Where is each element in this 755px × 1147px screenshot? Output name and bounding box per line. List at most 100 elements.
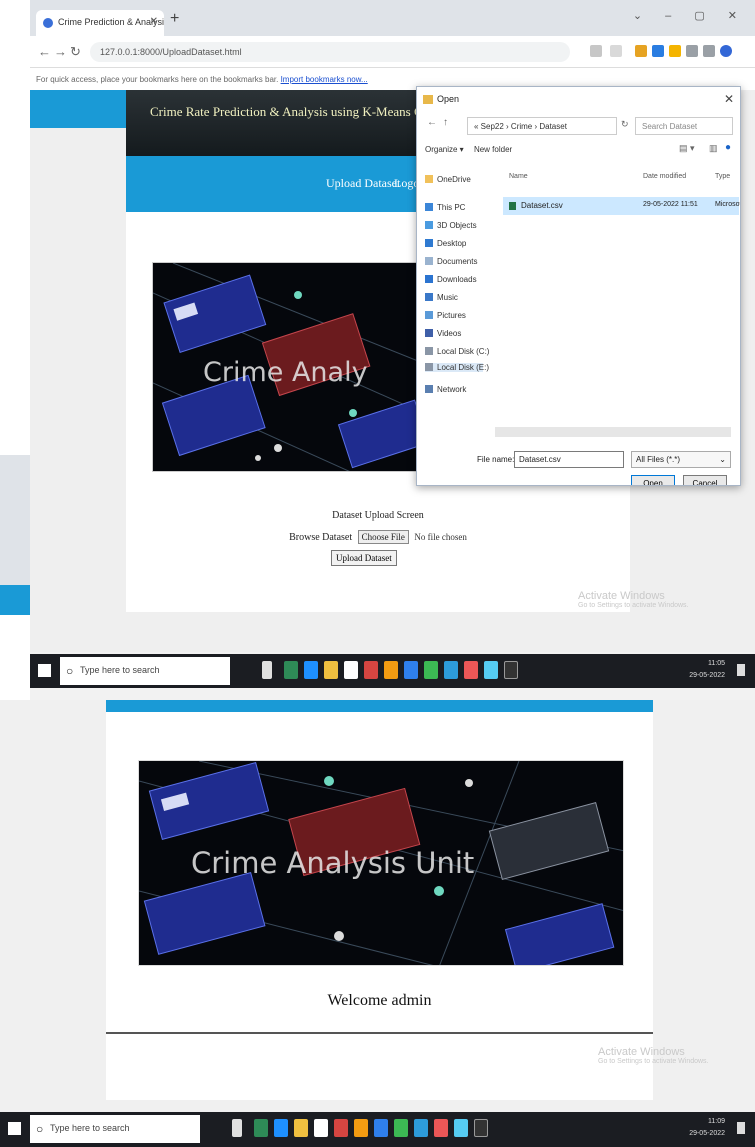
sidebar-item-pictures[interactable]: Pictures <box>425 311 466 320</box>
app-icon[interactable] <box>354 1119 368 1137</box>
app-icon[interactable] <box>334 1119 348 1137</box>
choose-file-button[interactable]: Choose File <box>357 530 409 544</box>
document-icon <box>425 257 433 265</box>
upload-dataset-button[interactable]: Upload Dataset <box>331 550 397 566</box>
app-icon[interactable] <box>364 661 378 679</box>
sidebar-item-3d-objects[interactable]: 3D Objects <box>425 221 477 230</box>
close-tab-icon[interactable]: ✕ <box>150 16 158 27</box>
store-icon[interactable] <box>314 1119 328 1137</box>
file-row[interactable]: Dataset.csv 29-05-2022 11:51 Microsoft <box>503 197 740 215</box>
sidebar-item-documents[interactable]: Documents <box>425 257 477 266</box>
app-icon[interactable] <box>284 661 298 679</box>
sidebar-item-downloads[interactable]: Downloads <box>425 275 477 284</box>
sidebar-icon[interactable] <box>703 45 715 57</box>
windows-start-icon[interactable] <box>8 1122 21 1135</box>
browse-row: Browse Dataset Choose File No file chose… <box>126 530 630 544</box>
file-explorer-icon[interactable] <box>294 1119 308 1137</box>
file-explorer-icon[interactable] <box>324 661 338 679</box>
sidebar-item-label: This PC <box>437 203 466 212</box>
file-name-input[interactable]: Dataset.csv <box>514 451 624 468</box>
task-view-icon[interactable] <box>262 661 272 679</box>
picture-icon <box>425 311 433 319</box>
app-icon[interactable] <box>444 661 458 679</box>
activate-windows-watermark: Activate Windows Go to Settings to activ… <box>578 590 689 609</box>
dialog-search-input[interactable]: Search Dataset <box>635 117 733 135</box>
edge-icon[interactable] <box>304 661 318 679</box>
back-icon[interactable]: ← <box>38 44 51 59</box>
taskbar-search-input[interactable]: ○ Type here to search <box>30 1115 200 1143</box>
terminal-icon[interactable] <box>474 1119 488 1137</box>
csv-file-icon <box>509 202 516 210</box>
new-folder-button[interactable]: New folder <box>474 145 512 154</box>
terminal-icon[interactable] <box>504 661 518 679</box>
chrome-icon[interactable] <box>424 661 438 679</box>
crime-analysis-banner: Crime Analysis Unit <box>138 760 624 966</box>
star-icon[interactable] <box>610 45 622 57</box>
sidebar-item-label: Documents <box>437 257 478 266</box>
extension-icon[interactable] <box>635 45 647 57</box>
sidebar-item-local-disk-c[interactable]: Local Disk (C:) <box>425 347 489 356</box>
app-icon[interactable] <box>484 661 498 679</box>
app-icon[interactable] <box>464 661 478 679</box>
sidebar-item-this-pc[interactable]: This PC <box>425 203 465 212</box>
sidebar-item-network[interactable]: Network <box>425 385 466 394</box>
windows-start-icon[interactable] <box>38 664 51 677</box>
task-view-icon[interactable] <box>232 1119 242 1137</box>
up-icon[interactable]: ↑ <box>443 117 448 128</box>
profile-icon[interactable] <box>720 45 732 57</box>
app-icon[interactable] <box>374 1119 388 1137</box>
extension-icon[interactable] <box>669 45 681 57</box>
app-icon[interactable] <box>434 1119 448 1137</box>
sidebar-item-onedrive[interactable]: OneDrive <box>425 175 471 184</box>
organize-menu[interactable]: Organize ▾ <box>425 145 464 154</box>
back-icon[interactable]: ← <box>427 117 437 128</box>
open-button[interactable]: Open <box>631 475 675 485</box>
nav-upload-dataset[interactable]: Upload Dataset <box>326 176 400 191</box>
extensions-menu-icon[interactable] <box>686 45 698 57</box>
clock-time: 11:05 <box>708 660 725 667</box>
windows-taskbar: ○ Type here to search 11:09 29-05-2022 <box>0 1112 755 1147</box>
column-type[interactable]: Type <box>715 173 730 180</box>
column-name[interactable]: Name <box>509 173 528 180</box>
url-field[interactable]: 127.0.0.1:8000/UploadDataset.html <box>90 42 570 62</box>
help-icon[interactable]: ● <box>725 142 731 153</box>
upload-screenshot: Crime Prediction & Analysis ✕ + ⌄ – ▢ ✕ … <box>30 0 755 700</box>
chevron-down-icon: ⌄ <box>719 455 726 464</box>
close-icon[interactable]: ✕ <box>724 92 734 106</box>
file-type-select[interactable]: All Files (*.*) ⌄ <box>631 451 731 468</box>
dialog-title: Open <box>437 94 460 104</box>
notification-icon[interactable] <box>737 664 745 676</box>
sidebar-item-local-disk-e[interactable]: Local Disk (E:) <box>425 363 489 372</box>
app-icon[interactable] <box>414 1119 428 1137</box>
forward-icon[interactable]: → <box>54 44 67 59</box>
notification-icon[interactable] <box>737 1122 745 1134</box>
extension-icon[interactable] <box>652 45 664 57</box>
cancel-button[interactable]: Cancel <box>683 475 727 485</box>
new-tab-button[interactable]: + <box>170 10 179 28</box>
store-icon[interactable] <box>344 661 358 679</box>
column-date[interactable]: Date modified <box>643 173 686 180</box>
dialog-path-bar[interactable]: « Sep22 › Crime › Dataset <box>467 117 617 135</box>
window-controls[interactable]: ⌄ – ▢ ✕ <box>633 9 747 22</box>
preview-pane-icon[interactable]: ▥ <box>709 143 718 154</box>
app-icon[interactable] <box>384 661 398 679</box>
app-icon[interactable] <box>454 1119 468 1137</box>
view-options-icon[interactable]: ▤ ▾ <box>679 143 695 154</box>
sidebar-item-desktop[interactable]: Desktop <box>425 239 466 248</box>
search-icon: ○ <box>66 664 74 678</box>
edge-icon[interactable] <box>274 1119 288 1137</box>
import-bookmarks-link[interactable]: Import bookmarks now... <box>281 75 368 84</box>
taskbar-search-input[interactable]: ○ Type here to search <box>60 657 230 685</box>
chrome-icon[interactable] <box>394 1119 408 1137</box>
refresh-icon[interactable]: ↻ <box>621 119 629 130</box>
app-icon[interactable] <box>254 1119 268 1137</box>
sidebar-item-videos[interactable]: Videos <box>425 329 461 338</box>
horizontal-scrollbar[interactable] <box>495 427 731 437</box>
sidebar-item-music[interactable]: Music <box>425 293 458 302</box>
share-icon[interactable] <box>590 45 602 57</box>
taskbar-search-placeholder: Type here to search <box>50 1123 130 1133</box>
browser-tab[interactable]: Crime Prediction & Analysis ✕ <box>36 10 164 36</box>
app-icon[interactable] <box>404 661 418 679</box>
dialog-titlebar: Open ✕ <box>417 87 740 111</box>
reload-icon[interactable]: ↻ <box>70 44 81 60</box>
